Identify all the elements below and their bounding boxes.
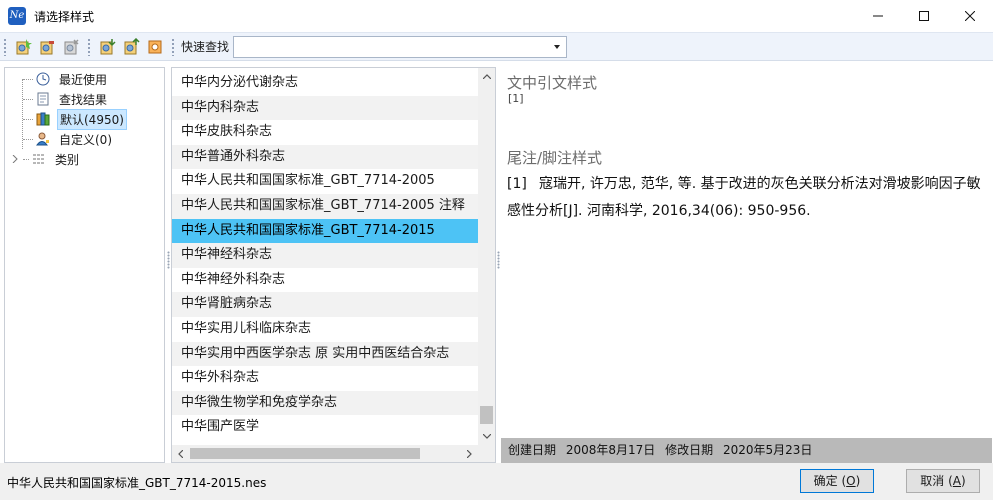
scroll-up-icon[interactable] xyxy=(478,68,495,85)
style-list-item[interactable]: 中华人民共和国国家标准_GBT_7714-2005 xyxy=(172,169,479,194)
in-text-citation-title: 文中引文样式 xyxy=(507,74,598,92)
tree-item-label: 默认(4950) xyxy=(57,108,127,130)
style-list-item[interactable]: 中华神经科杂志 xyxy=(172,243,479,268)
style-manager-icon xyxy=(148,40,162,53)
minimize-icon xyxy=(873,15,883,17)
modified-date-label: 修改日期 xyxy=(665,443,714,457)
reference-body: 寇瑞开, 许万忠, 范华, 等. 基于改进的灰色关联分析法对滑坡影响因子敏感性分… xyxy=(507,176,981,219)
quick-search-label: 快速查找 xyxy=(181,40,230,54)
delete-style-icon xyxy=(64,38,79,54)
app-icon: Ne xyxy=(8,7,26,25)
scroll-right-icon[interactable] xyxy=(461,445,478,462)
style-list-item[interactable]: 中华实用中西医学杂志 原 实用中西医结合杂志 xyxy=(172,341,479,367)
window-controls xyxy=(855,0,993,32)
horizontal-scroll-thumb[interactable] xyxy=(190,448,420,459)
document-icon xyxy=(35,91,51,107)
maximize-icon xyxy=(919,11,929,21)
horizontal-scrollbar[interactable] xyxy=(172,445,495,462)
modified-date-value: 2020年5月23日 xyxy=(722,443,813,457)
style-list-item[interactable]: 中华普通外科杂志 xyxy=(172,144,479,170)
footnote-style-title: 尾注/脚注样式 xyxy=(507,149,603,167)
close-button[interactable] xyxy=(947,0,993,32)
scrollbar-corner xyxy=(478,445,495,462)
toolbar-separator-2 xyxy=(171,37,175,56)
style-list-item[interactable]: 中华内分泌代谢杂志 xyxy=(172,71,479,96)
scroll-left-icon[interactable] xyxy=(172,445,189,462)
toolbar-separator xyxy=(87,37,91,56)
vertical-scroll-thumb[interactable] xyxy=(480,406,493,424)
scroll-down-icon[interactable] xyxy=(478,428,495,445)
style-manager-button[interactable] xyxy=(144,36,166,58)
style-list: 中华内分泌代谢杂志 中华内科杂志 中华皮肤科杂志 中华普通外科杂志 中华人民共和国国家标… xyxy=(172,71,479,440)
style-list-item[interactable]: 中华实用儿科临床杂志 xyxy=(172,317,479,342)
expand-arrow-icon[interactable] xyxy=(11,155,19,163)
reference-example: [1] 寇瑞开, 许万忠, 范华, 等. 基于改进的灰色关联分析法对滑坡影响因子敏… xyxy=(507,171,987,225)
export-style-button[interactable] xyxy=(120,36,142,58)
tree-item-recent[interactable]: 最近使用 xyxy=(5,69,109,89)
import-style-button[interactable] xyxy=(96,36,118,58)
created-date-value: 2008年8月17日 xyxy=(565,443,656,457)
tree-item-categories[interactable]: 类别 xyxy=(5,149,81,169)
style-list-item[interactable]: 中华人民共和国国家标准_GBT_7714-2015 xyxy=(172,218,479,244)
library-icon xyxy=(35,111,51,127)
tree-item-label: 自定义(0) xyxy=(59,132,112,147)
tree-item-label: 最近使用 xyxy=(59,72,108,87)
style-preview-panel: 文中引文样式 [1] 尾注/脚注样式 [1] 寇瑞开, 许万忠, 范华, 等. 基… xyxy=(501,67,992,463)
window-title: 请选择样式 xyxy=(34,9,95,24)
style-list-item[interactable]: 中华外科杂志 xyxy=(172,366,479,391)
toolbar: 快速查找 xyxy=(0,32,993,61)
style-list-item[interactable]: 中华内科杂志 xyxy=(172,95,479,121)
new-style-button[interactable] xyxy=(12,36,34,58)
clock-icon xyxy=(35,71,51,87)
dialog-footer: 中华人民共和国国家标准_GBT_7714-2015.nes 确定 (O) 取消 … xyxy=(0,463,993,500)
tree-item-label: 查找结果 xyxy=(59,92,108,107)
title-bar: Ne 请选择样式 xyxy=(0,0,993,32)
style-list-item[interactable]: 中华肾脏病杂志 xyxy=(172,292,479,317)
style-list-item[interactable]: 中华神经外科杂志 xyxy=(172,268,479,293)
delete-style-button[interactable] xyxy=(60,36,82,58)
tree-item-default[interactable]: 默认(4950) xyxy=(5,108,127,130)
style-list-item[interactable]: 中华皮肤科杂志 xyxy=(172,120,479,145)
maximize-button[interactable] xyxy=(901,0,947,32)
export-style-icon xyxy=(124,37,140,54)
edit-style-icon xyxy=(40,40,54,54)
reference-number: [1] xyxy=(507,176,527,192)
new-style-icon xyxy=(16,38,32,54)
ok-button[interactable]: 确定 (O) xyxy=(800,469,874,493)
import-style-icon xyxy=(100,38,116,54)
dropdown-arrow-icon[interactable] xyxy=(554,44,561,49)
style-list-item[interactable]: 中华微生物学和免疫学杂志 xyxy=(172,390,479,416)
style-date-statusbar: 创建日期 2008年8月17日 修改日期 2020年5月23日 xyxy=(501,438,992,463)
edit-style-button[interactable] xyxy=(36,36,58,58)
tree-item-custom[interactable]: 自定义(0) xyxy=(5,129,114,149)
minimize-button[interactable] xyxy=(855,0,901,32)
vertical-scrollbar[interactable] xyxy=(478,68,495,445)
user-icon xyxy=(35,131,51,147)
close-icon xyxy=(965,11,975,21)
quick-search-combobox[interactable] xyxy=(233,35,568,58)
category-tree: 最近使用 查找结果 默认(4950) 自定义(0) 类别 xyxy=(5,68,164,462)
style-list-item[interactable]: 中华围产医学 xyxy=(172,415,479,440)
tree-item-label: 类别 xyxy=(55,152,80,167)
cancel-button[interactable]: 取消 (A) xyxy=(906,469,980,493)
toolbar-grip[interactable] xyxy=(3,37,7,56)
category-tree-panel: 最近使用 查找结果 默认(4950) 自定义(0) 类别 xyxy=(4,67,165,463)
style-list-panel: 中华内分泌代谢杂志 中华内科杂志 中华皮肤科杂志 中华普通外科杂志 中华人民共和国国家标… xyxy=(171,67,496,463)
style-list-item[interactable]: 中华人民共和国国家标准_GBT_7714-2005 注释 xyxy=(172,193,479,219)
in-text-citation-example: [1] xyxy=(508,92,524,105)
tree-item-search-results[interactable]: 查找结果 xyxy=(5,89,109,109)
grid-icon xyxy=(31,151,47,167)
selected-style-filename: 中华人民共和国国家标准_GBT_7714-2015.nes xyxy=(7,476,267,490)
created-date-label: 创建日期 xyxy=(508,443,557,457)
